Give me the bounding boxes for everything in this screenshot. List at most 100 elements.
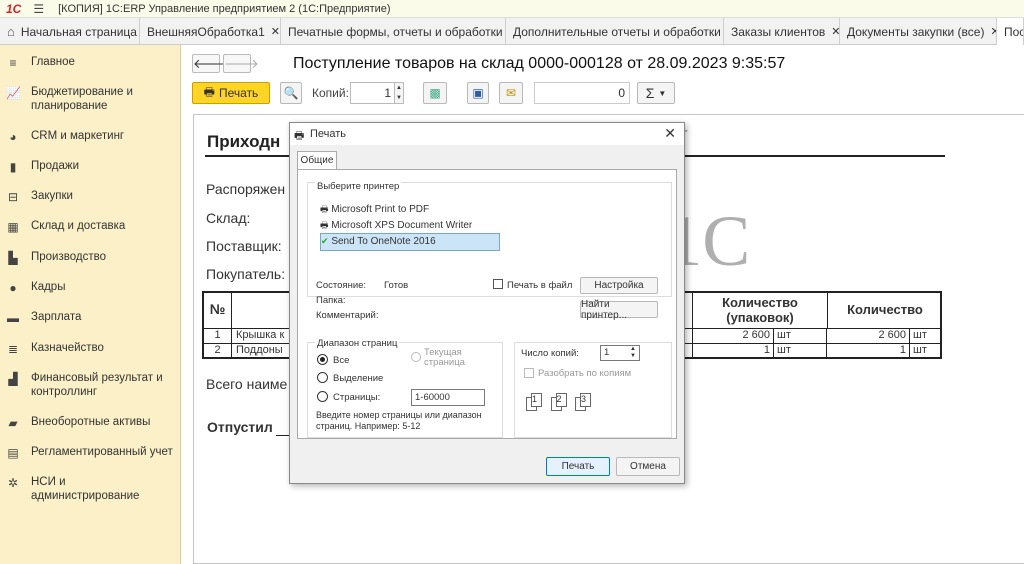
sidebar-item-label: Склад и доставка: [31, 220, 126, 232]
print-button-label: Печать: [219, 86, 259, 100]
arrow-right-icon: 🡒: [224, 56, 259, 71]
sidebar-item-label: Внеоборотные активы: [31, 416, 151, 428]
sidebar-item-regulated-accounting[interactable]: ▤ Регламентированный учет: [0, 445, 179, 460]
row-unit: шт: [913, 329, 927, 341]
close-icon[interactable]: ✕: [271, 25, 280, 38]
sidebar-item-purchases[interactable]: ⊟ Закупки: [0, 189, 79, 204]
grid-icon: ▦: [7, 220, 19, 234]
print-to-file-checkbox[interactable]: [493, 279, 503, 289]
close-icon[interactable]: ✕: [831, 25, 839, 38]
copies-input[interactable]: 1: [350, 82, 400, 104]
row-qty-pack: 1: [692, 344, 774, 357]
tab-purchase-documents[interactable]: Документы закупки (все)✕: [840, 18, 997, 45]
sidebar-item-fixed-assets[interactable]: ▰ Внеоборотные активы: [0, 415, 156, 430]
close-icon[interactable]: ✕: [664, 125, 676, 142]
field-buyer: Покупатель:: [206, 266, 286, 282]
tab-goods-receipt[interactable]: Пос: [997, 18, 1024, 45]
sidebar-item-salary[interactable]: ▬ Зарплата: [0, 310, 87, 325]
sidebar-item-crm[interactable]: ◕ CRM и маркетинг: [0, 129, 130, 144]
sidebar-item-label: Главное: [31, 56, 75, 68]
sidebar-item-label: Регламентированный учет: [31, 446, 173, 458]
tab-bar: ⌂ Начальная страница ВнешняяОбработка1 ✕ П…: [0, 18, 1024, 45]
tab-label: ВнешняяОбработка1: [147, 24, 265, 39]
person-icon: ●: [9, 281, 17, 295]
tab-external-processing[interactable]: ВнешняяОбработка1 ✕: [140, 18, 281, 45]
range-selection-radio[interactable]: [317, 372, 328, 383]
gear-icon: ✲: [7, 476, 19, 490]
printer-item[interactable]: 🖶 Microsoft XPS Document Writer: [320, 218, 500, 234]
choose-printer-label: Выберите принтер: [315, 181, 402, 192]
page-title: Поступление товаров на склад 0000-000128…: [293, 55, 786, 72]
copies-spinner[interactable]: ▲ ▼: [394, 82, 404, 104]
tab-home[interactable]: ⌂ Начальная страница: [0, 18, 140, 45]
tab-label: Дополнительные отчеты и обработки: [513, 24, 721, 39]
print-button[interactable]: 🖶 Печать: [192, 82, 270, 104]
hamburger-icon[interactable]: ☰: [33, 2, 44, 16]
range-title: Диапазон страниц: [315, 338, 400, 349]
back-button[interactable]: 🡐: [192, 54, 228, 73]
print-confirm-button[interactable]: Печать: [546, 457, 610, 476]
range-all-radio[interactable]: [317, 354, 328, 365]
settings-button[interactable]: Настройка: [580, 277, 658, 294]
sidebar-item-warehouse[interactable]: ▦ Склад и доставка: [0, 219, 131, 234]
field-order: Распоряжен: [206, 181, 286, 197]
tab-customer-orders[interactable]: Заказы клиентов ✕: [724, 18, 840, 45]
folder-label: Папка:: [316, 295, 346, 306]
range-pages-label: Страницы:: [333, 392, 381, 403]
email-button[interactable]: ✉: [499, 82, 523, 104]
printer-icon: 🖶: [294, 130, 305, 142]
sidebar-item-label: НСИ и администрирование: [31, 476, 140, 502]
printer-item-selected[interactable]: ✔ Send To OneNote 2016: [320, 233, 500, 251]
tab-additional-reports[interactable]: Дополнительные отчеты и обработки✕: [506, 18, 724, 45]
cart-icon: ⊟: [7, 190, 19, 204]
check-icon: ✔: [321, 236, 329, 246]
collate-checkbox[interactable]: [524, 368, 534, 378]
sidebar-item-budgeting[interactable]: 📈 Бюджетирование и планирование: [0, 85, 175, 113]
tab-label: Пос: [1004, 24, 1024, 39]
sum-field[interactable]: 0: [534, 82, 630, 104]
range-current-radio[interactable]: [411, 352, 421, 362]
column-header-qty-pack: Количество (упаковок): [692, 293, 828, 329]
row-unit: шт: [913, 344, 927, 356]
tab-general[interactable]: Общие: [297, 151, 337, 170]
cancel-button[interactable]: Отмена: [616, 457, 680, 476]
sidebar-item-main[interactable]: ≡ Главное: [0, 55, 81, 70]
row-name: Крышка к: [236, 329, 285, 341]
status-label: Состояние:: [316, 280, 367, 291]
column-header-name: [232, 293, 293, 329]
forward-button[interactable]: 🡒: [223, 54, 259, 73]
sidebar-item-treasury[interactable]: ≣ Казначейство: [0, 341, 110, 356]
pie-icon: ◕: [9, 130, 17, 144]
pages-input[interactable]: 1-60000: [411, 389, 485, 406]
save-button[interactable]: ▣: [467, 82, 489, 104]
range-hint: Введите номер страницы или диапазон стра…: [316, 410, 482, 431]
sidebar-item-hr[interactable]: ● Кадры: [0, 280, 71, 295]
page-setup-icon: ▩: [429, 86, 441, 100]
sidebar-item-production[interactable]: ▙ Производство: [0, 250, 112, 265]
preview-button[interactable]: 🔍: [280, 82, 302, 104]
column-header-qty: Количество: [847, 302, 923, 317]
find-printer-button[interactable]: Найти принтер...: [580, 299, 658, 321]
printer-icon: 🖶: [203, 84, 215, 99]
sidebar-item-label: Закупки: [31, 190, 73, 202]
range-pages-radio[interactable]: [317, 391, 328, 402]
sidebar-item-sales[interactable]: ▮ Продажи: [0, 159, 85, 174]
sidebar: ≡ Главное 📈 Бюджетирование и планирование …: [0, 45, 181, 564]
sidebar-item-financial-result[interactable]: ▟ Финансовый результат и контроллинг: [0, 371, 175, 399]
envelope-icon: ✉: [505, 86, 517, 100]
row-qty: 2 600: [828, 329, 910, 343]
dialog-titlebar: 🖶 Печать ✕: [290, 123, 684, 145]
printer-item[interactable]: 🖶 Microsoft Print to PDF: [320, 202, 500, 218]
printer-name: Microsoft Print to PDF: [331, 204, 430, 215]
sidebar-item-admin[interactable]: ✲ НСИ и администрирование: [0, 475, 150, 503]
chevron-down-icon: ▼: [658, 88, 667, 98]
sidebar-item-label: Казначейство: [31, 342, 104, 354]
home-icon: ⌂: [7, 24, 15, 39]
copies-count-spinner[interactable]: ▲ ▼: [628, 346, 638, 360]
print-to-file-label: Печать в файл: [507, 280, 573, 291]
tab-print-forms[interactable]: Печатные формы, отчеты и обработки✕: [281, 18, 506, 45]
page-settings-button[interactable]: ▩: [423, 82, 447, 104]
range-current-label: Текущая страница: [424, 347, 465, 368]
row-number: 1: [204, 329, 232, 343]
sum-dropdown[interactable]: Σ ▼: [637, 82, 675, 104]
